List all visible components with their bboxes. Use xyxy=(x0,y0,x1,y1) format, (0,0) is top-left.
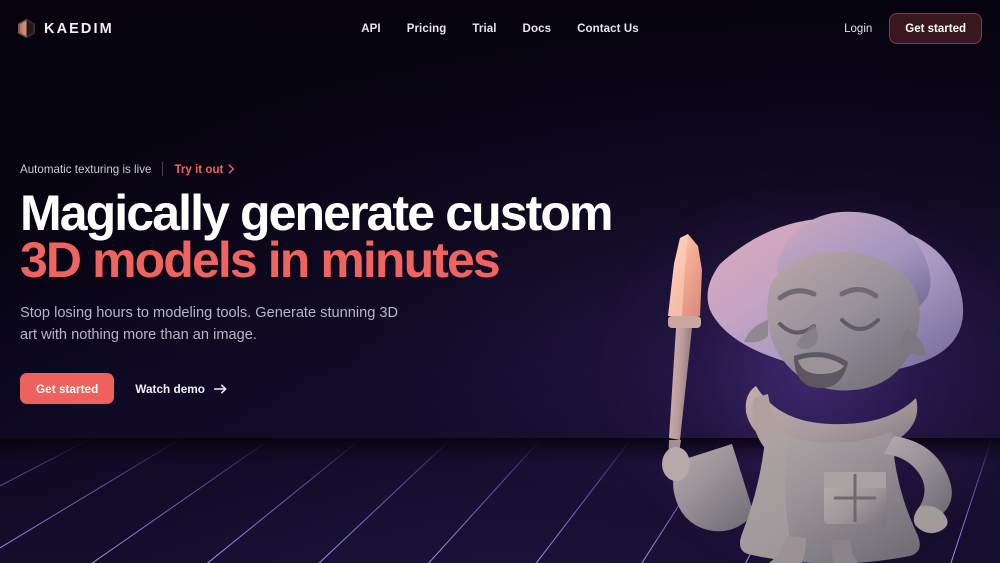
hero-section: Automatic texturing is live Try it out M… xyxy=(20,160,660,404)
watch-demo-button[interactable]: Watch demo xyxy=(135,382,227,396)
landing-page: KAEDIM API Pricing Trial Docs Contact Us… xyxy=(0,0,1000,563)
nav-actions: Login Get started xyxy=(844,13,982,44)
chevron-right-icon xyxy=(228,164,235,174)
nav-link-pricing[interactable]: Pricing xyxy=(407,23,447,35)
headline-line-1: Magically generate custom xyxy=(20,185,614,241)
hero-get-started-button[interactable]: Get started xyxy=(20,373,115,404)
hero-cta-row: Get started Watch demo xyxy=(20,373,660,404)
try-it-out-link[interactable]: Try it out xyxy=(174,163,235,176)
page-title: Magically generate custom 3D models in m… xyxy=(20,185,660,288)
hero-subheading: Stop losing hours to modeling tools. Gen… xyxy=(20,302,490,346)
subheading-line-1: Stop losing hours to modeling tools. Gen… xyxy=(20,305,399,321)
nav-link-api[interactable]: API xyxy=(361,23,380,35)
brand-logo[interactable]: KAEDIM xyxy=(18,19,114,38)
brand-name: KAEDIM xyxy=(44,20,114,37)
announcement-divider xyxy=(162,162,164,176)
headline-line-2: 3D models in minutes xyxy=(20,232,501,288)
announcement-text: Automatic texturing is live xyxy=(20,162,152,176)
nav-links: API Pricing Trial Docs Contact Us xyxy=(361,23,639,35)
login-link[interactable]: Login xyxy=(844,23,872,35)
nav-link-trial[interactable]: Trial xyxy=(472,23,496,35)
top-navigation-bar: KAEDIM API Pricing Trial Docs Contact Us… xyxy=(0,0,1000,57)
nav-link-contact-us[interactable]: Contact Us xyxy=(577,23,639,35)
nav-link-docs[interactable]: Docs xyxy=(523,23,552,35)
nav-get-started-button[interactable]: Get started xyxy=(889,13,982,44)
subheading-line-2: art with nothing more than an image. xyxy=(20,327,257,343)
announcement-banner: Automatic texturing is live Try it out xyxy=(20,160,660,178)
arrow-right-icon xyxy=(213,384,227,393)
watch-demo-label: Watch demo xyxy=(135,381,205,396)
kaedim-hexagon-logo-icon xyxy=(18,19,35,38)
try-it-out-label: Try it out xyxy=(174,162,224,176)
